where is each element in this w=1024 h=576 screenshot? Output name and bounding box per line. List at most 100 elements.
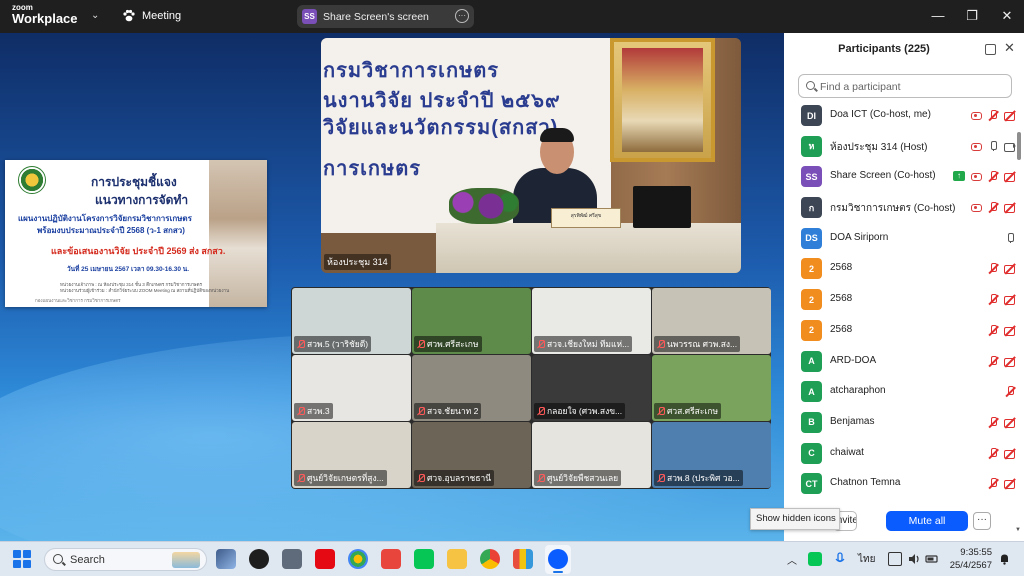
participant-status-icons	[987, 293, 1016, 306]
video-tile-label: สวพ.5 (วาริชัยดี)	[294, 336, 372, 352]
netflix-icon[interactable]	[315, 549, 335, 569]
taskbar: Search ︿ ไทย 9:35:55 25/4/2567	[0, 541, 1024, 576]
participant-row[interactable]: 2 2568	[784, 315, 1016, 346]
participant-row[interactable]: B Benjamas	[784, 407, 1016, 438]
video-tile[interactable]: กลอยใจ (ศวพ.สงข...	[532, 355, 651, 421]
taskbar-search[interactable]: Search	[44, 548, 207, 571]
scrollbar-thumb[interactable]	[1017, 132, 1021, 160]
video-tile[interactable]: ศวพ.ศรีสะเกษ	[412, 288, 531, 354]
participant-row[interactable]: ห ห้องประชุม 314 (Host)	[784, 131, 1016, 162]
speedometer-icon[interactable]	[249, 549, 269, 569]
video-tile[interactable]: สวพ.5 (วาริชัยดี)	[292, 288, 411, 354]
participant-row[interactable]: CT Chatnon Temna	[784, 468, 1016, 499]
show-hidden-icons-chevron[interactable]: ︿	[787, 552, 797, 567]
nameplate: สุรพิพัฒ์ ศรีสุข	[551, 208, 621, 228]
participant-row[interactable]: DS DOA Siriporn	[784, 223, 1016, 254]
mic-off-icon	[417, 474, 425, 482]
close-icon[interactable]: ✕	[1004, 40, 1015, 56]
video-off-icon	[1004, 447, 1016, 459]
pinwheel-icon[interactable]	[348, 549, 368, 569]
video-tile[interactable]: สวพ.8 (ประพิศ วอ...	[652, 422, 771, 488]
mic-off-icon	[297, 407, 305, 415]
participant-search[interactable]	[798, 74, 1012, 98]
speaker-icon[interactable]	[907, 552, 921, 566]
mic-off-icon	[417, 407, 425, 415]
maximize-button[interactable]: ❐	[962, 6, 982, 26]
participant-row[interactable]: 2 2568	[784, 284, 1016, 315]
sharer-avatar: SS	[302, 9, 317, 24]
shared-screen-pill[interactable]: SS Share Screen's screen ···	[297, 5, 474, 28]
search-label: Search	[70, 554, 105, 566]
zoom-taskbar-button[interactable]	[545, 545, 571, 574]
participant-status-icons: ↑	[953, 170, 1016, 183]
video-off-icon	[1004, 170, 1016, 183]
video-tile[interactable]: ศูนย์วิจัยพืชสวนเลย	[532, 422, 651, 488]
avatar: ห	[801, 135, 822, 157]
mic-muted-icon	[987, 201, 999, 213]
avatar: C	[801, 442, 822, 464]
line-tray-icon[interactable]	[808, 552, 822, 566]
scroll-down-icon[interactable]: ▼	[1015, 527, 1021, 533]
display-icon[interactable]	[888, 552, 902, 566]
search-input[interactable]	[820, 79, 1000, 94]
participant-row[interactable]: Aatcharaphon	[784, 376, 1016, 407]
main-video[interactable]: กรมวิชาการเกษตร นงานวิจัย ประจำปี ๒๕๖๙ ว…	[321, 38, 741, 273]
video-tile[interactable]: สวพ.3	[292, 355, 411, 421]
minimize-button[interactable]: —	[928, 6, 948, 26]
participant-name: chaiwat	[830, 446, 864, 458]
app-icon[interactable]	[513, 549, 533, 569]
participant-name: Chatnon Temna	[830, 477, 901, 489]
mic-muted-icon	[987, 109, 999, 121]
battery-icon[interactable]	[925, 552, 939, 566]
participant-row[interactable]: 2 2568	[784, 253, 1016, 284]
calculator-icon[interactable]	[282, 549, 302, 569]
video-tile[interactable]: ศวส.ศรีสะเกษ	[652, 355, 771, 421]
participant-row[interactable]: A ARD-DOA	[784, 346, 1016, 377]
file-explorer-icon[interactable]	[447, 549, 467, 569]
royal-portrait	[610, 38, 715, 162]
close-button[interactable]: ✕	[997, 6, 1017, 26]
anydesk-icon[interactable]	[381, 549, 401, 569]
logo-line2: Workplace	[12, 11, 78, 26]
microphone-icon[interactable]	[833, 552, 847, 566]
popout-icon[interactable]	[985, 44, 996, 55]
zoom-workplace-logo[interactable]: zoom Workplace	[12, 4, 78, 26]
participant-name: กรมวิชาการเกษตร (Co-host)	[830, 203, 956, 215]
scrollbar-track[interactable]	[1017, 103, 1021, 535]
more-options-button[interactable]: ···	[973, 512, 991, 530]
participant-row[interactable]: SS Share Screen (Co-host) ↑	[784, 161, 1016, 192]
video-tile-name: กลอยใจ (ศวพ.สงข...	[547, 406, 623, 416]
video-tile[interactable]: นพวรรณ ศวพ.สง...	[652, 288, 771, 354]
participant-name: 2568	[830, 262, 853, 274]
chevron-down-icon[interactable]: ⌄	[91, 10, 99, 21]
participant-name: 2568	[830, 293, 853, 305]
avatar: DI	[801, 105, 822, 126]
video-tile-name: ศูนย์วิจัยพืชสวนเลย	[547, 473, 619, 483]
participant-row[interactable]: Cchaiwat	[784, 438, 1016, 469]
chrome-icon[interactable]	[480, 549, 500, 569]
task-view-icon[interactable]	[216, 549, 236, 569]
video-tile-name: สวพ.5 (วาริชัยดี)	[307, 339, 369, 349]
video-tile[interactable]: สวจ.เชียงใหม่ ทีมแห่...	[532, 288, 651, 354]
video-tile[interactable]: สวจ.ชัยนาท 2	[412, 355, 531, 421]
mic-off-icon	[537, 407, 545, 415]
participant-row[interactable]: ก กรมวิชาการเกษตร (Co-host)	[784, 192, 1016, 223]
participant-name: 2568	[830, 323, 853, 335]
notification-bell-icon[interactable]	[999, 553, 1010, 565]
mute-all-button[interactable]: Mute all	[886, 511, 968, 531]
video-tile-name: สวพ.8 (ประพิศ วอ...	[667, 473, 740, 483]
video-tile[interactable]: ศวจ.อุบลราชธานี	[412, 422, 531, 488]
language-indicator[interactable]: ไทย	[858, 552, 875, 567]
line-icon[interactable]	[414, 549, 434, 569]
meeting-tab[interactable]: Meeting	[122, 9, 181, 23]
participant-row[interactable]: DI Doa ICT (Co-host, me)	[784, 100, 1016, 131]
participant-name: ARD-DOA	[830, 354, 877, 366]
mic-off-icon	[297, 340, 305, 348]
video-tile[interactable]: ศูนย์วิจัยเกษตรที่สูง...	[292, 422, 411, 488]
more-options-icon[interactable]: ···	[455, 9, 469, 23]
participant-name: DOA Siriporn	[830, 231, 889, 243]
speaker-hair	[540, 128, 574, 142]
system-clock[interactable]: 9:35:55 25/4/2567	[946, 546, 992, 572]
windows-start-icon[interactable]	[13, 550, 31, 568]
recording-icon	[970, 201, 982, 213]
